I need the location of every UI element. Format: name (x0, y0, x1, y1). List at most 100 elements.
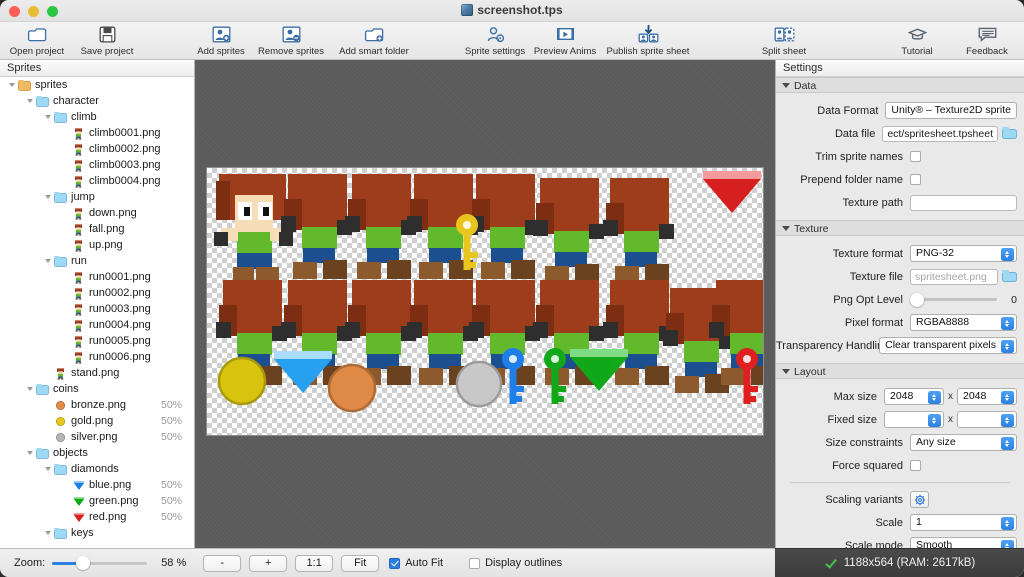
publish-sprite-sheet-button[interactable]: Publish sprite sheet (600, 22, 696, 60)
settings-row: Data file ect/spritesheet.tpsheet (776, 122, 1024, 145)
preview-anims-button[interactable]: Preview Anims (530, 22, 600, 60)
display-outlines-checkbox[interactable]: Display outlines (469, 557, 562, 569)
slider-handle[interactable] (910, 292, 924, 307)
settings-dropdown[interactable]: PNG-32 (910, 245, 1017, 262)
auto-fit-checkbox-box[interactable] (389, 557, 401, 569)
settings-section-header[interactable]: Layout (776, 363, 1024, 379)
disclosure-triangle-icon[interactable] (42, 191, 54, 203)
tree-item[interactable]: sprites (0, 77, 194, 93)
settings-dropdown[interactable]: Any size (910, 434, 1017, 451)
zoom-out-button[interactable]: - (203, 554, 242, 572)
tree-item[interactable]: up.png (0, 237, 194, 253)
open-project-button[interactable]: Open project (2, 22, 72, 60)
settings-dropdown-height[interactable] (957, 411, 1017, 428)
settings-dropdown[interactable]: 1 (910, 514, 1017, 531)
tree-item[interactable]: keys (0, 525, 194, 541)
save-project-button[interactable]: Save project (72, 22, 142, 60)
png-opt-slider[interactable] (910, 292, 997, 307)
remove-sprites-button[interactable]: Remove sprites (256, 22, 326, 60)
tree-item[interactable]: character (0, 93, 194, 109)
disclosure-triangle-icon[interactable] (24, 95, 36, 107)
disclosure-triangle-icon[interactable] (42, 111, 54, 123)
settings-dropdown[interactable]: Clear transparent pixels (879, 337, 1017, 354)
tree-item[interactable]: climb0001.png (0, 125, 194, 141)
tree-item[interactable]: stand.png (0, 365, 194, 381)
zoom-actual-size-button[interactable]: 1:1 (295, 554, 334, 572)
tree-item-scale: 50% (160, 415, 182, 427)
tree-item[interactable]: run0004.png (0, 317, 194, 333)
disclosure-triangle-icon[interactable] (42, 255, 54, 267)
disclosure-triangle-icon[interactable] (24, 447, 36, 459)
settings-row: Texture format PNG-32 (776, 242, 1024, 265)
settings-divider (790, 482, 1010, 483)
tree-item[interactable]: climb0003.png (0, 157, 194, 173)
tree-item-label: objects (53, 447, 88, 459)
scaling-variants-gear-icon[interactable] (910, 491, 929, 508)
settings-checkbox[interactable] (910, 151, 921, 162)
settings-text-field[interactable] (910, 194, 1017, 211)
settings-dropdown[interactable]: Unity® – Texture2D sprite (885, 102, 1017, 119)
tree-item[interactable]: silver.png 50% (0, 429, 194, 445)
sprite-sheet-canvas[interactable] (195, 60, 775, 548)
settings-row-label: Size constraints (825, 436, 903, 449)
settings-path-field[interactable]: spritesheet.png (910, 268, 998, 285)
disclosure-triangle-icon[interactable] (6, 79, 18, 91)
tree-item-label: run0003.png (89, 303, 151, 315)
tree-item[interactable]: objects (0, 445, 194, 461)
split-sheet-button[interactable]: Split sheet (749, 22, 819, 60)
tree-item[interactable]: diamonds (0, 461, 194, 477)
tree-item[interactable]: red.png 50% (0, 509, 194, 525)
tree-item[interactable]: fall.png (0, 221, 194, 237)
sprite-sheet-preview[interactable] (207, 168, 763, 435)
add-sprites-button[interactable]: Add sprites (186, 22, 256, 60)
chevron-down-icon (928, 413, 941, 427)
tree-item[interactable]: blue.png 50% (0, 477, 194, 493)
settings-dropdown[interactable]: Smooth (910, 537, 1017, 548)
tree-item[interactable]: run (0, 253, 194, 269)
tree-item[interactable]: run0003.png (0, 301, 194, 317)
settings-checkbox[interactable] (910, 174, 921, 185)
settings-dropdown-height[interactable]: 2048 (957, 388, 1017, 405)
settings-dropdown-width[interactable]: 2048 (884, 388, 944, 405)
tree-item[interactable]: run0002.png (0, 285, 194, 301)
tree-item[interactable]: jump (0, 189, 194, 205)
settings-row-label: Prepend folder name (800, 173, 903, 186)
browse-folder-icon[interactable] (1002, 126, 1017, 140)
tree-item[interactable]: bronze.png 50% (0, 397, 194, 413)
zoom-slider-handle[interactable] (76, 556, 91, 570)
tree-item[interactable]: climb (0, 109, 194, 125)
tree-item[interactable]: down.png (0, 205, 194, 221)
add-smart-folder-button[interactable]: Add smart folder (326, 22, 422, 60)
tree-item[interactable]: run0001.png (0, 269, 194, 285)
zoom-fit-button[interactable]: Fit (341, 554, 380, 572)
tree-item[interactable]: coins (0, 381, 194, 397)
tree-item-label: run0006.png (89, 351, 151, 363)
feedback-button[interactable]: Feedback (952, 22, 1022, 60)
disclosure-triangle-icon[interactable] (42, 527, 54, 539)
sprite-settings-button[interactable]: Sprite settings (460, 22, 530, 60)
settings-path-field[interactable]: ect/spritesheet.tpsheet (882, 125, 998, 142)
settings-dropdown-width[interactable] (884, 411, 944, 428)
settings-checkbox[interactable] (910, 460, 921, 471)
browse-folder-icon[interactable] (1002, 269, 1017, 283)
zoom-slider[interactable] (52, 556, 148, 570)
zoom-in-button[interactable]: + (249, 554, 288, 572)
disclosure-triangle-icon[interactable] (42, 463, 54, 475)
speech-bubble-icon (978, 24, 997, 44)
sprite-tree[interactable]: sprites character climb climb0001.png climb0… (0, 77, 194, 548)
settings-dropdown[interactable]: RGBA8888 (910, 314, 1017, 331)
settings-section-header[interactable]: Texture (776, 220, 1024, 236)
auto-fit-checkbox[interactable]: Auto Fit (389, 557, 443, 569)
settings-section-header[interactable]: Data (776, 77, 1024, 93)
settings-row-label: Texture format (832, 247, 903, 260)
tree-item[interactable]: climb0004.png (0, 173, 194, 189)
tree-item[interactable]: run0005.png (0, 333, 194, 349)
tree-item[interactable]: gold.png 50% (0, 413, 194, 429)
disclosure-triangle-icon[interactable] (24, 383, 36, 395)
display-outlines-checkbox-box[interactable] (469, 557, 481, 569)
tree-item[interactable]: climb0002.png (0, 141, 194, 157)
tutorial-button[interactable]: Tutorial (882, 22, 952, 60)
tree-item[interactable]: green.png 50% (0, 493, 194, 509)
tree-item[interactable]: run0006.png (0, 349, 194, 365)
